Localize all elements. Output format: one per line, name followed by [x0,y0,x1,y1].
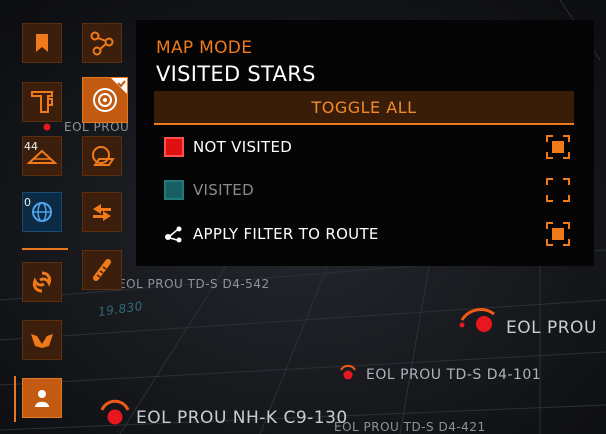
route-filter-icon [165,226,182,243]
route-button[interactable] [82,23,122,63]
checkbox-checked-icon[interactable] [546,135,570,159]
wings-icon [31,334,53,348]
map-mode-button[interactable] [82,77,128,123]
bookmarks-button[interactable] [22,23,62,63]
filter-row-apply-route[interactable]: APPLY FILTER TO ROUTE [162,219,582,249]
faction-button[interactable] [22,262,62,302]
globe-count: 0 [24,196,31,209]
trade-button[interactable] [82,192,122,232]
map-label: EOL PROU TD-S D4-101 [366,367,542,383]
panel-title: VISITED STARS [156,62,316,86]
swirl-icon [32,271,52,293]
filter-row-visited[interactable]: VISITED [162,175,582,205]
star-marker[interactable] [42,122,52,132]
bodies-button[interactable] [82,136,122,176]
selected-corner-icon [111,78,127,94]
powerplay-button[interactable] [22,320,62,360]
map-mode-panel: MAP MODE VISITED STARS TOGGLE ALL NOT VI… [136,20,594,266]
visited-swatch [164,180,184,200]
panel-mode-label: MAP MODE [156,38,253,58]
star-marker[interactable] [98,398,132,428]
star-marker[interactable] [454,305,500,335]
galaxy-info-button[interactable] [82,250,122,290]
commander-button[interactable] [22,378,62,418]
map-label: EOL PROU [506,318,597,338]
map-label: EOL PROU NH-K C9-130 [136,408,348,428]
tower-icon [31,91,53,113]
toggle-all-label: TOGGLE ALL [311,97,417,117]
toolbar-divider [22,248,68,250]
map-label: EOL PROU TD-S D4-542 [118,277,270,291]
not-visited-swatch [164,137,184,157]
checkbox-unchecked-icon[interactable] [546,178,570,202]
filter-row-label: VISITED [193,181,254,199]
map-label: EOL PROU TD-S D4-421 [334,420,486,434]
toolbar-divider [14,376,16,422]
swap-arrows-icon [93,204,111,221]
toggle-all-button[interactable]: TOGGLE ALL [154,91,574,125]
stars-count: 44 [24,140,38,153]
bookmark-icon [36,34,48,52]
star-marker[interactable] [338,362,358,382]
globe-icon [32,202,52,222]
planet-icon [92,146,115,166]
person-icon [35,390,49,407]
checkbox-checked-icon[interactable] [546,222,570,246]
filter-row-label: APPLY FILTER TO ROUTE [193,225,379,243]
scanner-icon [93,259,111,281]
route-nodes-icon [90,31,114,56]
filter-row-label: NOT VISITED [193,138,293,156]
filter-row-not-visited[interactable]: NOT VISITED [162,132,582,162]
codex-button[interactable] [22,82,62,122]
